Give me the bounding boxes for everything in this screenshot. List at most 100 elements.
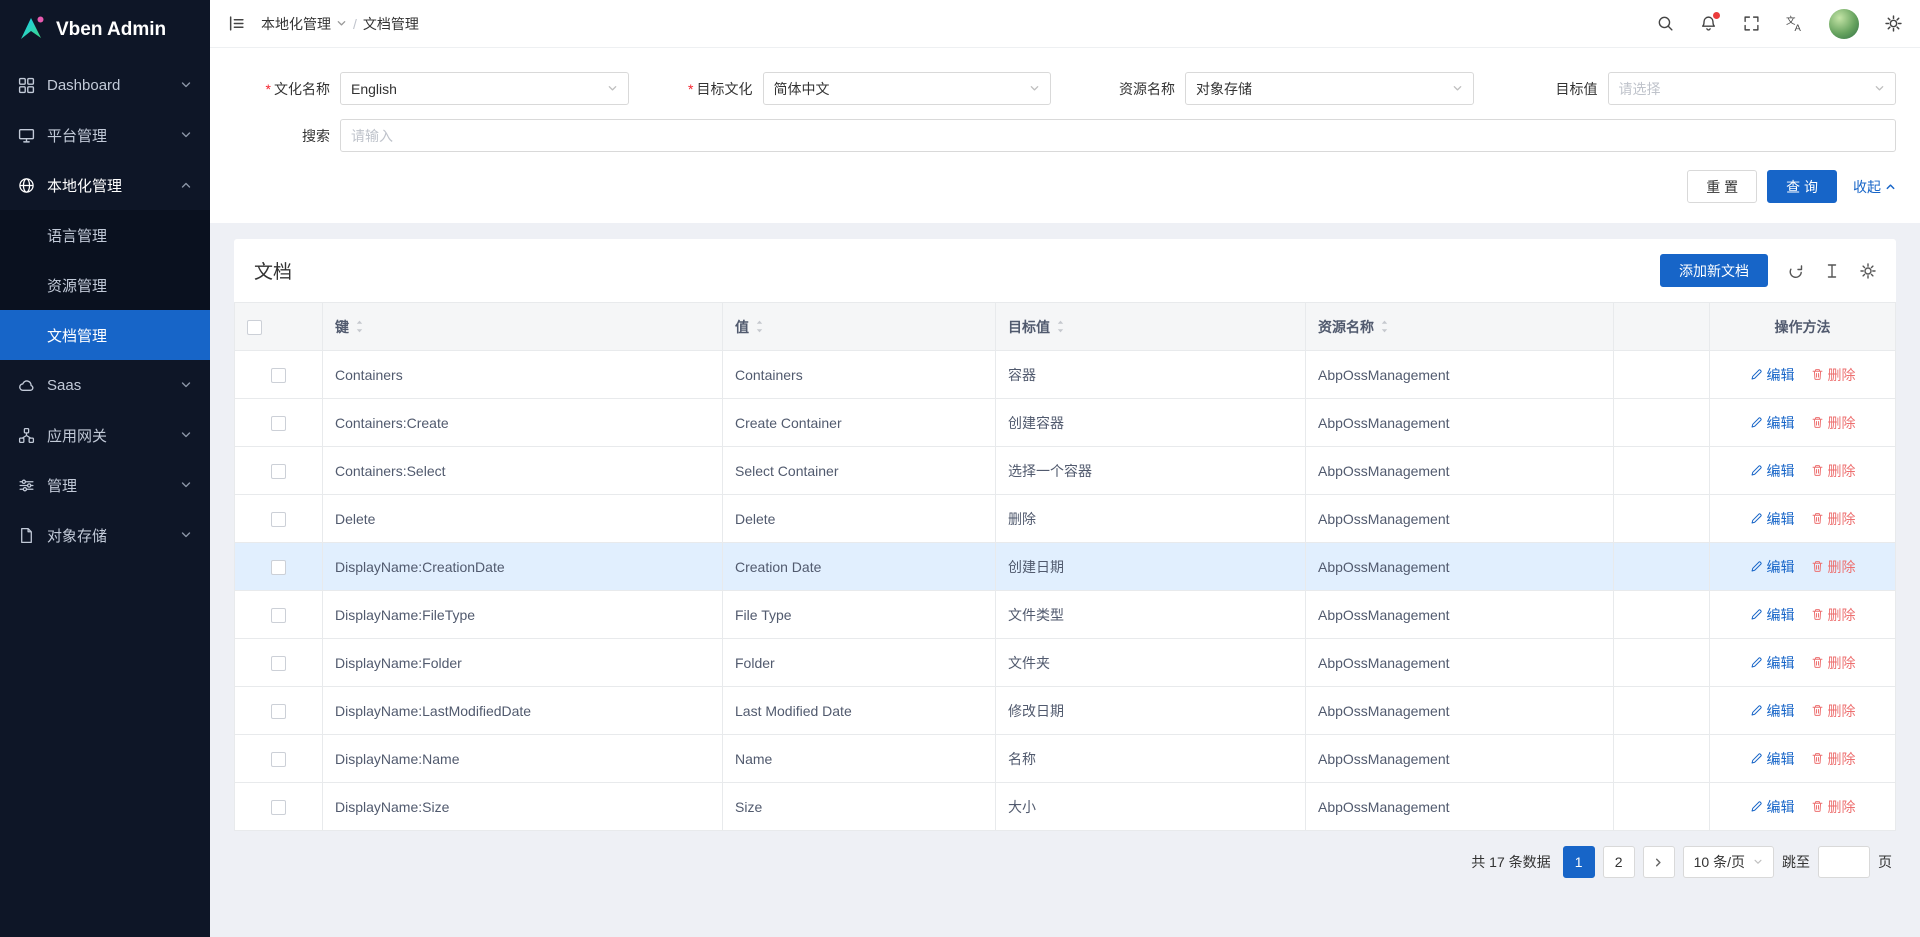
row-checkbox[interactable]	[271, 608, 286, 623]
row-checkbox[interactable]	[271, 704, 286, 719]
delete-link[interactable]: 删除	[1811, 749, 1856, 769]
edit-link[interactable]: 编辑	[1750, 557, 1795, 577]
edit-icon	[1750, 656, 1763, 669]
resource-name-select[interactable]: 对象存储	[1185, 72, 1474, 105]
sidebar-subitem-language[interactable]: 语言管理	[0, 210, 210, 260]
row-checkbox[interactable]	[271, 512, 286, 527]
query-button[interactable]: 查 询	[1767, 170, 1837, 203]
edit-link[interactable]: 编辑	[1750, 653, 1795, 673]
breadcrumb-parent[interactable]: 本地化管理	[261, 14, 347, 34]
select-all-checkbox[interactable]	[247, 320, 262, 335]
menu-fold-icon[interactable]	[228, 15, 245, 32]
delete-link[interactable]: 删除	[1811, 605, 1856, 625]
cell-target: 容器	[996, 351, 1306, 399]
row-checkbox[interactable]	[271, 656, 286, 671]
filter-target-culture: *目标文化 简体中文	[657, 72, 1052, 105]
delete-link[interactable]: 删除	[1811, 797, 1856, 817]
refresh-icon[interactable]	[1788, 263, 1804, 279]
translate-icon[interactable]: 文 A	[1786, 15, 1803, 32]
delete-icon	[1811, 752, 1824, 765]
cell-value: File Type	[723, 591, 996, 639]
edit-link[interactable]: 编辑	[1750, 797, 1795, 817]
sort-icon[interactable]	[1056, 319, 1065, 334]
row-checkbox[interactable]	[271, 800, 286, 815]
sidebar-item-gateway[interactable]: 应用网关	[0, 410, 210, 460]
row-checkbox[interactable]	[271, 560, 286, 575]
delete-link[interactable]: 删除	[1811, 509, 1856, 529]
edit-link[interactable]: 编辑	[1750, 461, 1795, 481]
add-document-button[interactable]: 添加新文档	[1660, 254, 1768, 287]
sidebar-item-localization[interactable]: 本地化管理	[0, 160, 210, 210]
delete-link[interactable]: 删除	[1811, 413, 1856, 433]
sidebar-item-admin[interactable]: 管理	[0, 460, 210, 510]
edit-link[interactable]: 编辑	[1750, 605, 1795, 625]
user-avatar[interactable]	[1829, 9, 1859, 39]
delete-link[interactable]: 删除	[1811, 701, 1856, 721]
settings-gear-icon[interactable]	[1885, 15, 1902, 32]
notification-bell-icon[interactable]	[1700, 15, 1717, 32]
row-checkbox[interactable]	[271, 368, 286, 383]
table-row[interactable]: DisplayName:FileTypeFile Type文件类型AbpOssM…	[235, 591, 1896, 639]
sort-icon[interactable]	[1380, 319, 1389, 334]
table-row[interactable]: DisplayName:LastModifiedDateLast Modifie…	[235, 687, 1896, 735]
cell-key: DisplayName:Folder	[323, 639, 723, 687]
sidebar-subitem-document[interactable]: 文档管理	[0, 310, 210, 360]
app-logo[interactable]: Vben Admin	[0, 0, 210, 60]
row-checkbox[interactable]	[271, 464, 286, 479]
reset-button[interactable]: 重 置	[1687, 170, 1757, 203]
next-page-button[interactable]	[1643, 846, 1675, 878]
search-icon[interactable]	[1657, 15, 1674, 32]
breadcrumb: 本地化管理 / 文档管理	[261, 14, 419, 34]
column-height-icon[interactable]	[1824, 263, 1840, 279]
logo-icon	[16, 14, 46, 47]
table-row[interactable]: DisplayName:SizeSize大小AbpOssManagement编辑…	[235, 783, 1896, 831]
cell-key: DisplayName:FileType	[323, 591, 723, 639]
sidebar-item-dashboard[interactable]: Dashboard	[0, 60, 210, 110]
delete-link[interactable]: 删除	[1811, 653, 1856, 673]
sidebar-item-oss[interactable]: 对象存储	[0, 510, 210, 560]
sidebar-subitem-resource[interactable]: 资源管理	[0, 260, 210, 310]
localization-icon	[18, 177, 36, 194]
table-row[interactable]: DisplayName:CreationDateCreation Date创建日…	[235, 543, 1896, 591]
jump-page-input[interactable]	[1818, 846, 1870, 878]
edit-icon	[1750, 368, 1763, 381]
table-row[interactable]: Containers:SelectSelect Container选择一个容器A…	[235, 447, 1896, 495]
delete-link[interactable]: 删除	[1811, 461, 1856, 481]
table-row[interactable]: DisplayName:NameName名称AbpOssManagement编辑…	[235, 735, 1896, 783]
saas-icon	[18, 377, 36, 394]
cell-value: Delete	[723, 495, 996, 543]
chevron-down-icon	[180, 379, 192, 391]
edit-link[interactable]: 编辑	[1750, 365, 1795, 385]
sidebar-item-saas[interactable]: Saas	[0, 360, 210, 410]
delete-link[interactable]: 删除	[1811, 557, 1856, 577]
row-checkbox[interactable]	[271, 752, 286, 767]
cell-target: 文件类型	[996, 591, 1306, 639]
edit-link[interactable]: 编辑	[1750, 749, 1795, 769]
edit-link[interactable]: 编辑	[1750, 701, 1795, 721]
sort-icon[interactable]	[355, 319, 364, 334]
page-2-button[interactable]: 2	[1603, 846, 1635, 878]
cell-target: 创建日期	[996, 543, 1306, 591]
page-1-button[interactable]: 1	[1563, 846, 1595, 878]
sidebar-item-platform[interactable]: 平台管理	[0, 110, 210, 160]
target-value-select[interactable]: 请选择	[1608, 72, 1897, 105]
table-row[interactable]: Containers:CreateCreate Container创建容器Abp…	[235, 399, 1896, 447]
row-checkbox[interactable]	[271, 416, 286, 431]
edit-link[interactable]: 编辑	[1750, 413, 1795, 433]
sort-icon[interactable]	[755, 319, 764, 334]
table-row[interactable]: DeleteDelete删除AbpOssManagement编辑删除	[235, 495, 1896, 543]
breadcrumb-separator: /	[353, 16, 357, 32]
collapse-button[interactable]: 收起	[1853, 177, 1896, 197]
delete-icon	[1811, 368, 1824, 381]
delete-link[interactable]: 删除	[1811, 365, 1856, 385]
culture-name-select[interactable]: English	[340, 72, 629, 105]
search-input[interactable]	[340, 119, 1896, 152]
edit-link[interactable]: 编辑	[1750, 509, 1795, 529]
table-row[interactable]: ContainersContainers容器AbpOssManagement编辑…	[235, 351, 1896, 399]
page-size-select[interactable]: 10 条/页	[1683, 846, 1774, 878]
cell-target: 文件夹	[996, 639, 1306, 687]
column-settings-icon[interactable]	[1860, 263, 1876, 279]
table-row[interactable]: DisplayName:FolderFolder文件夹AbpOssManagem…	[235, 639, 1896, 687]
fullscreen-icon[interactable]	[1743, 15, 1760, 32]
target-culture-select[interactable]: 简体中文	[763, 72, 1052, 105]
